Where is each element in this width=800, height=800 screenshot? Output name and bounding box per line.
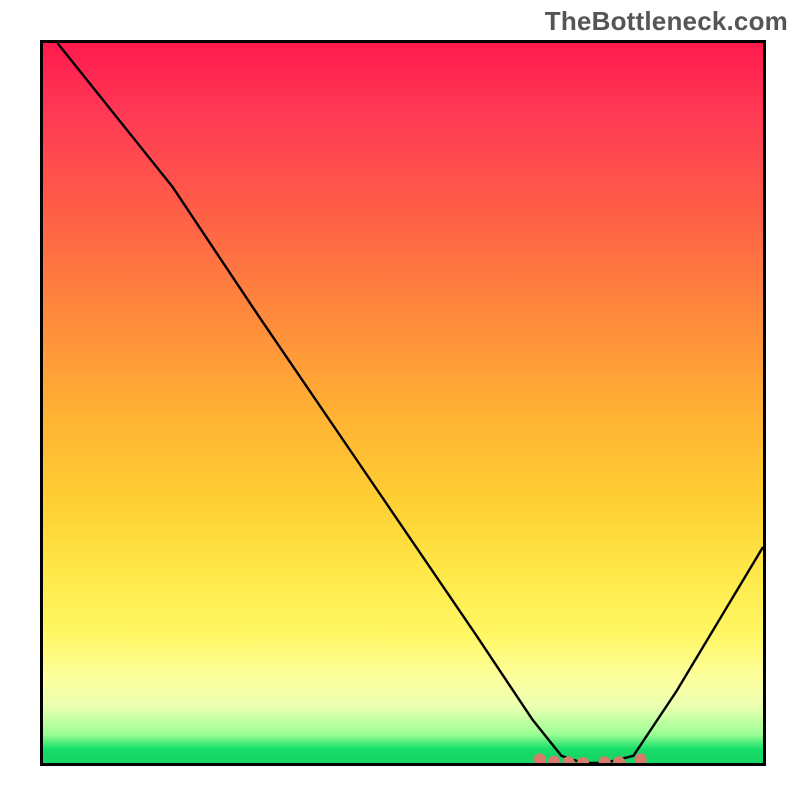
watermark-text: TheBottleneck.com [545, 6, 788, 37]
chart-container: TheBottleneck.com [0, 0, 800, 800]
marker-group [534, 753, 647, 763]
marker-dot [548, 756, 560, 763]
plot-area [40, 40, 766, 766]
curve-layer [43, 43, 763, 763]
marker-dot [635, 753, 647, 763]
marker-dot [599, 756, 611, 763]
marker-dot [534, 753, 546, 763]
marker-dot [577, 757, 589, 763]
bottleneck-curve-path [57, 43, 763, 763]
